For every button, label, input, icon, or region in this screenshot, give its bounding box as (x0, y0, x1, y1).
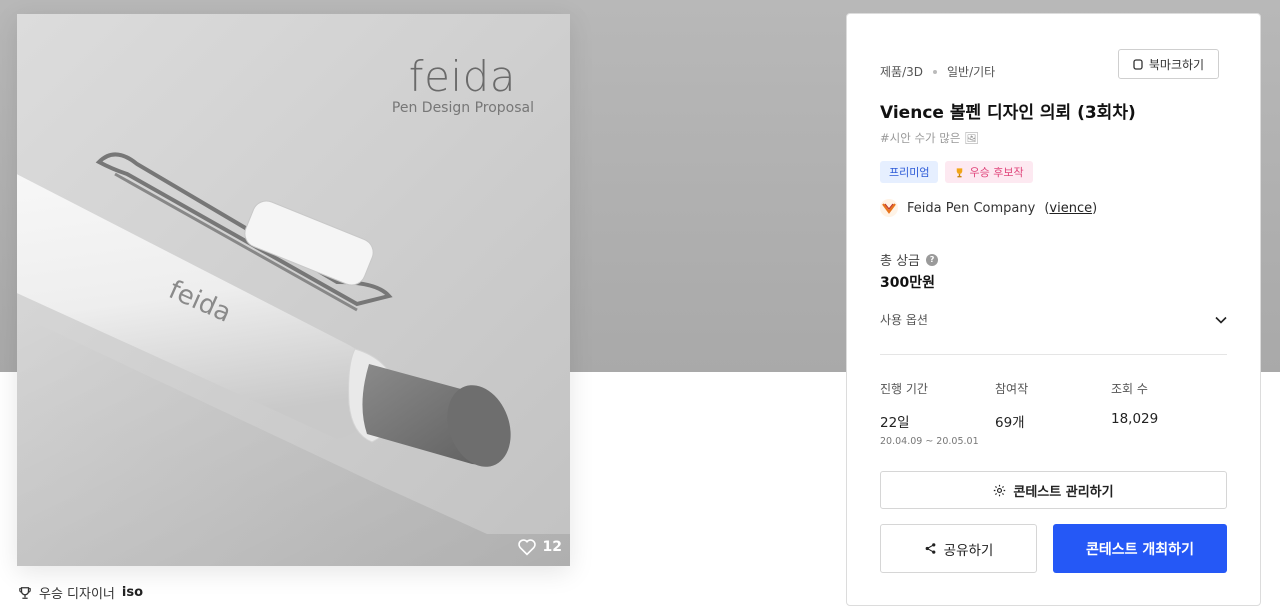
premium-badge: 프리미엄 (880, 161, 939, 183)
share-icon (925, 543, 936, 554)
winner-label: 우승 디자이너 (39, 587, 115, 602)
company-name[interactable]: Feida Pen Company (907, 201, 1035, 216)
gear-icon (994, 484, 1006, 496)
breadcrumb-subcategory[interactable]: 일반/기타 (947, 63, 995, 80)
usage-options-label: 사용 옵션 (880, 313, 928, 327)
share-label: 공유하기 (943, 542, 994, 559)
stat-views: 조회 수 18,029 (1111, 380, 1158, 427)
breadcrumb: 제품/3D 일반/기타 (880, 63, 995, 80)
stat-views-value: 18,029 (1111, 411, 1159, 427)
brand-subtitle: Pen Design Proposal (391, 100, 534, 116)
contest-tag: #시안 수가 많은 🖼 (880, 131, 979, 145)
winner-designer: 우승 디자이너 iso (18, 583, 143, 602)
stat-views-label: 조회 수 (1111, 382, 1148, 396)
company-handle-wrap: (vience) (1044, 201, 1097, 216)
bookmark-label: 북마크하기 (1148, 57, 1205, 72)
contest-info-panel: 제품/3D 일반/기타 북마크하기 Vience 볼펜 디자인 의뢰 (3회차)… (846, 13, 1261, 606)
bookmark-icon (1133, 58, 1143, 70)
stat-entries-value: 69개 (995, 415, 1025, 431)
divider (880, 354, 1227, 355)
stat-duration-value: 22일 (880, 415, 910, 431)
host-contest-label: 콘테스트 개최하기 (1086, 541, 1194, 558)
like-count: 12 (542, 539, 562, 555)
award-badge: 우승 후보작 (945, 161, 1033, 183)
stat-entries: 참여작 69개 (995, 380, 1028, 431)
breadcrumb-category[interactable]: 제품/3D (880, 63, 923, 80)
stat-duration: 진행 기간 22일 20.04.09 ~ 20.05.01 (880, 380, 979, 447)
prize-value: 300만원 (880, 275, 935, 291)
host-contest-button[interactable]: 콘테스트 개최하기 (1053, 524, 1227, 573)
company-logo (880, 199, 898, 217)
contest-image[interactable]: feida feida Pen Design Proposal 12 (17, 14, 570, 566)
award-badge-label: 우승 후보작 (969, 166, 1024, 179)
manage-contest-label: 콘테스트 관리하기 (1013, 484, 1114, 500)
company-info[interactable]: Feida Pen Company (vience) (880, 199, 1097, 217)
manage-contest-button[interactable]: 콘테스트 관리하기 (880, 471, 1227, 509)
brand-title: feida (408, 52, 516, 101)
stat-duration-range: 20.04.09 ~ 20.05.01 (880, 436, 979, 447)
prize-label: 총 상금 ? (880, 250, 939, 269)
company-handle-close: ) (1092, 200, 1098, 216)
help-icon[interactable]: ? (926, 253, 939, 266)
contest-title: Vience 볼펜 디자인 의뢰 (3회차) (880, 103, 1136, 123)
premium-badge-label: 프리미엄 (889, 166, 930, 179)
trophy-icon (957, 167, 963, 177)
stat-duration-label: 진행 기간 (880, 382, 928, 396)
prize-label-text: 총 상금 (880, 254, 921, 269)
winner-name[interactable]: iso (122, 585, 143, 600)
share-button[interactable]: 공유하기 (880, 524, 1037, 573)
usage-options-toggle[interactable]: 사용 옵션 (880, 311, 1227, 328)
company-logo-icon (882, 203, 896, 214)
bookmark-button[interactable]: 북마크하기 (1118, 49, 1219, 79)
breadcrumb-separator (933, 69, 937, 74)
like-button[interactable]: 12 (517, 538, 562, 556)
stat-entries-label: 참여작 (995, 382, 1029, 396)
trophy-icon (19, 586, 31, 599)
badge-group: 프리미엄 우승 후보작 (880, 161, 1033, 183)
heart-icon (517, 539, 536, 556)
company-handle[interactable]: vience (1049, 201, 1092, 216)
chevron-down-icon (1215, 316, 1227, 324)
